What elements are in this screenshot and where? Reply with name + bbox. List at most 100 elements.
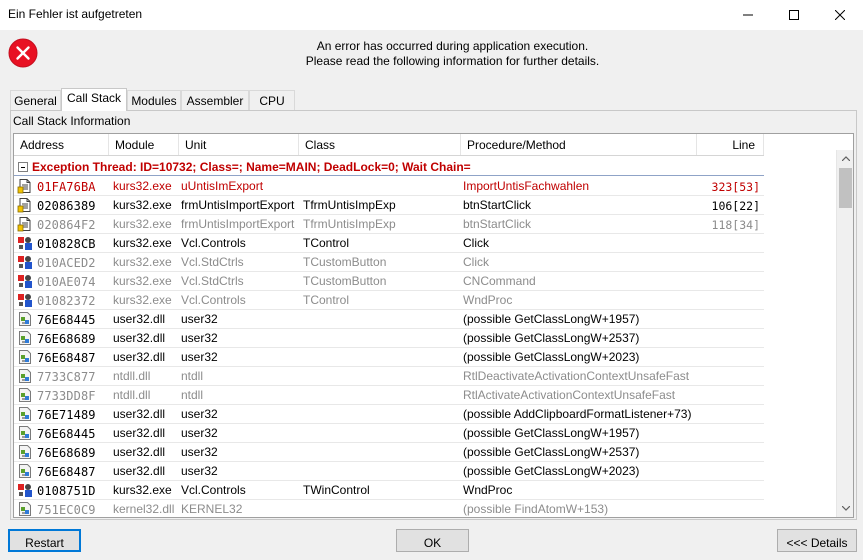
table-row[interactable]: 76E68445 user32.dll user32 (possible GetCl… <box>14 310 764 329</box>
cell-unit: user32 <box>181 464 218 478</box>
cell-class: TfrmUntisImpExp <box>303 198 396 212</box>
table-row[interactable]: 010828CB kurs32.exe Vcl.Controls TControl Cl… <box>14 234 764 253</box>
cell-address: 76E68445 <box>37 313 96 327</box>
cell-module: ntdll.dll <box>113 369 151 383</box>
restart-button[interactable]: Restart <box>8 529 81 552</box>
column-header-class[interactable]: Class <box>299 134 461 155</box>
dll-icon <box>17 501 33 517</box>
cell-address: 01FA76BA <box>37 180 96 194</box>
cell-procedure: Click <box>463 236 489 250</box>
cell-class: TWinControl <box>303 483 370 497</box>
cell-unit: user32 <box>181 312 218 326</box>
close-window-button[interactable] <box>817 0 863 30</box>
cell-procedure: WndProc <box>463 483 513 497</box>
cell-module: kurs32.exe <box>113 293 172 307</box>
scroll-up-button[interactable] <box>837 150 853 167</box>
tab-assembler[interactable]: Assembler <box>181 90 249 110</box>
thread-header-row[interactable]: Exception Thread: ID=10732; Class=; Name… <box>14 157 764 176</box>
cell-module: kurs32.exe <box>113 179 172 193</box>
cell-class: TfrmUntisImpExp <box>303 217 396 231</box>
grid-header: Address Module Unit Class Procedure/Meth… <box>14 134 764 156</box>
maximize-icon <box>789 10 799 20</box>
cell-module: ntdll.dll <box>113 388 151 402</box>
call-stack-grid[interactable]: Address Module Unit Class Procedure/Meth… <box>13 133 854 518</box>
collapse-icon[interactable] <box>18 162 28 172</box>
cell-unit: uUntisImExport <box>181 179 264 193</box>
cell-procedure: btnStartClick <box>463 198 532 212</box>
dll-icon <box>17 311 33 327</box>
table-row[interactable]: 7733C877 ntdll.dll ntdll RtlDeactivateActiv… <box>14 367 764 386</box>
table-row[interactable]: 76E68445 user32.dll user32 (possible GetCl… <box>14 424 764 443</box>
tab-modules[interactable]: Modules <box>127 90 181 110</box>
table-row[interactable]: 76E68689 user32.dll user32 (possible GetCl… <box>14 443 764 462</box>
vertical-scrollbar[interactable] <box>836 150 853 517</box>
tab-general[interactable]: General <box>10 90 61 110</box>
table-row[interactable]: 751EC0C9 kernel32.dll KERNEL32 (possible F… <box>14 500 764 517</box>
cell-procedure: (possible GetClassLongW+2023) <box>463 350 640 364</box>
details-button[interactable]: <<< Details <box>777 529 857 552</box>
column-header-module[interactable]: Module <box>109 134 179 155</box>
table-row[interactable]: 02086389 kurs32.exe frmUntisImportExport Tf… <box>14 196 764 215</box>
cell-procedure: (possible AddClipboardFormatListener+73) <box>463 407 692 421</box>
cell-module: user32.dll <box>113 464 166 478</box>
vcl-icon <box>17 235 33 251</box>
table-row[interactable]: 76E68487 user32.dll user32 (possible GetCl… <box>14 348 764 367</box>
table-row[interactable]: 7733DD8F ntdll.dll ntdll RtlActivateActivat… <box>14 386 764 405</box>
minimize-button[interactable] <box>725 0 771 30</box>
cell-address: 76E68689 <box>37 446 96 460</box>
column-header-unit[interactable]: Unit <box>179 134 299 155</box>
ok-button[interactable]: OK <box>396 529 469 552</box>
tab-assembler-label: Assembler <box>186 94 244 108</box>
cell-procedure: WndProc <box>463 293 513 307</box>
tab-call-stack-label: Call Stack <box>66 91 122 105</box>
cell-module: kurs32.exe <box>113 274 172 288</box>
cell-address: 010828CB <box>37 237 96 251</box>
cell-unit: user32 <box>181 426 218 440</box>
cell-line: 118[34] <box>711 218 760 232</box>
scroll-thumb[interactable] <box>839 168 852 208</box>
cell-procedure: (possible FindAtomW+153) <box>463 502 609 516</box>
tab-general-label: General <box>14 94 57 108</box>
cell-address: 76E68445 <box>37 427 96 441</box>
chevron-up-icon <box>841 156 850 161</box>
cell-procedure: ImportUntisFachwahlen <box>463 179 590 193</box>
cell-module: user32.dll <box>113 312 166 326</box>
cell-class: TControl <box>303 236 350 250</box>
cell-unit: frmUntisImportExport <box>181 198 295 212</box>
tab-cpu[interactable]: CPU <box>249 90 295 110</box>
table-row[interactable]: 020864F2 kurs32.exe frmUntisImportExport Tf… <box>14 215 764 234</box>
cell-line: 323[53] <box>711 180 760 194</box>
cell-procedure: (possible GetClassLongW+2537) <box>463 445 640 459</box>
cell-address: 0108751D <box>37 484 96 498</box>
maximize-button[interactable] <box>771 0 817 30</box>
thread-header-text: Exception Thread: ID=10732; Class=; Name… <box>32 160 471 174</box>
scroll-down-button[interactable] <box>837 500 853 517</box>
table-row[interactable]: 76E71489 user32.dll user32 (possible AddCl… <box>14 405 764 424</box>
table-row[interactable]: 76E68487 user32.dll user32 (possible GetCl… <box>14 462 764 481</box>
cell-module: user32.dll <box>113 407 166 421</box>
cell-class: TCustomButton <box>303 255 387 269</box>
table-row[interactable]: 010ACED2 kurs32.exe Vcl.StdCtrls TCustomBut… <box>14 253 764 272</box>
title-bar: Ein Fehler ist aufgetreten <box>0 0 863 30</box>
cell-module: kurs32.exe <box>113 255 172 269</box>
error-message: An error has occurred during application… <box>150 39 755 69</box>
cell-procedure: btnStartClick <box>463 217 532 231</box>
cell-procedure: Click <box>463 255 489 269</box>
column-header-procedure[interactable]: Procedure/Method <box>461 134 697 155</box>
error-message-line2: Please read the following information fo… <box>305 54 600 68</box>
table-row[interactable]: 0108751D kurs32.exe Vcl.Controls TWinContro… <box>14 481 764 500</box>
cell-module: kurs32.exe <box>113 483 172 497</box>
table-row[interactable]: 01082372 kurs32.exe Vcl.Controls TControl Wn… <box>14 291 764 310</box>
cell-unit: user32 <box>181 445 218 459</box>
column-header-address[interactable]: Address <box>14 134 109 155</box>
tab-call-stack[interactable]: Call Stack <box>61 88 127 111</box>
cell-address: 7733DD8F <box>37 389 96 403</box>
cell-unit: user32 <box>181 407 218 421</box>
column-header-line[interactable]: Line <box>697 134 764 155</box>
table-row[interactable]: 010AE074 kurs32.exe Vcl.StdCtrls TCustomBut… <box>14 272 764 291</box>
cell-address: 7733C877 <box>37 370 96 384</box>
close-icon <box>835 10 845 20</box>
dll-icon <box>17 444 33 460</box>
table-row[interactable]: 76E68689 user32.dll user32 (possible GetCl… <box>14 329 764 348</box>
table-row[interactable]: 01FA76BA kurs32.exe uUntisImExport ImportUn… <box>14 177 764 196</box>
